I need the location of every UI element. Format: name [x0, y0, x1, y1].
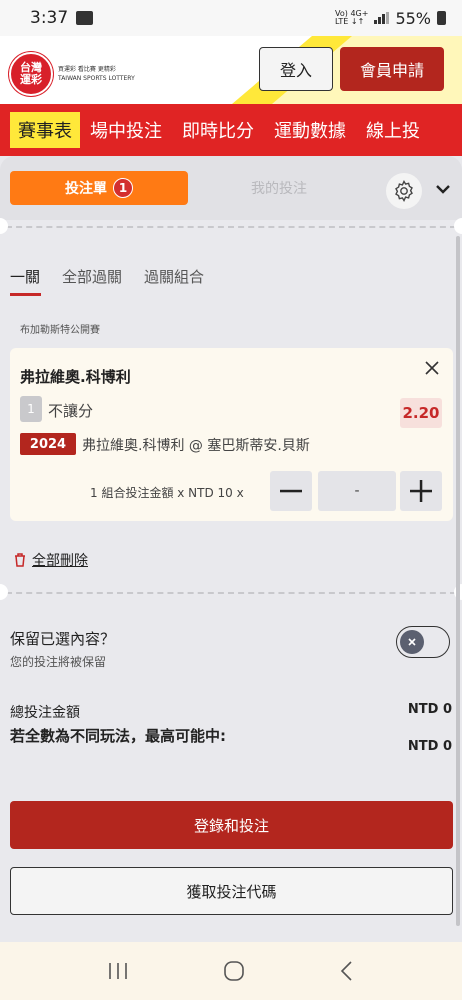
max-payout-label: 若全數為不同玩法，最高可能中: [10, 727, 227, 745]
divider [6, 592, 456, 594]
get-bet-code-button[interactable]: 獲取投注代碼 [10, 867, 453, 915]
chevron-down-icon[interactable] [432, 178, 454, 200]
delete-all-button[interactable]: 全部刪除 [14, 550, 88, 570]
nav-item-sports-data[interactable]: 運動數據 [264, 112, 356, 148]
divider [6, 226, 456, 228]
logo-text: 買運彩 看比賽 更精彩 TAIWAN SPORTS LOTTERY [58, 65, 135, 83]
selection-number: 1 [20, 396, 42, 422]
login-and-bet-button[interactable]: 登錄和投注 [10, 801, 453, 849]
toggle-off-icon [400, 630, 424, 654]
system-nav-bar [0, 942, 462, 1000]
tab-betslip[interactable]: 投注單 1 [10, 171, 188, 205]
scrollbar[interactable] [456, 236, 460, 926]
main-nav: 賽事表 場中投注 即時比分 運動數據 線上投 [0, 104, 462, 156]
keep-selection-subtitle: 您的投注將被保留 [10, 655, 107, 669]
status-right: Vo) 4G+ LTE ↓↑ 55% [335, 9, 446, 28]
status-bar: 3:37 Vo) 4G+ LTE ↓↑ 55% [0, 0, 462, 36]
selection-title: 弗拉維奧.科博利 [20, 368, 131, 386]
logo-badge: 台灣 運彩 [9, 52, 53, 96]
selection-card: 弗拉維奧.科博利 1 不讓分 2.20 2024 弗拉維奧.科博利 @ 塞巴斯蒂… [10, 348, 453, 521]
nav-item-live-scores[interactable]: 即時比分 [172, 112, 264, 148]
stake-label: 1 組合投注金額 x NTD 10 x [90, 486, 244, 500]
keep-selection-title: 保留已選內容？ [10, 630, 116, 648]
network-indicator: Vo) 4G+ LTE ↓↑ [335, 10, 368, 26]
league-name: 布加勒斯特公開賽 [20, 325, 100, 336]
logo-tagline: 買運彩 看比賽 更精彩 [58, 66, 116, 73]
tab-single[interactable]: 一關 [10, 266, 42, 296]
ticket-notch-right [454, 218, 462, 234]
login-button[interactable]: 登入 [259, 47, 333, 91]
decrease-stake-button[interactable] [270, 471, 312, 511]
status-time: 3:37 [30, 8, 69, 28]
nav-item-schedule[interactable]: 賽事表 [10, 112, 80, 148]
increase-stake-button[interactable] [400, 471, 442, 511]
gear-icon[interactable] [386, 173, 422, 209]
nav-item-online[interactable]: 線上投 [356, 112, 430, 148]
recent-apps-icon[interactable] [107, 961, 129, 981]
betslip-count-badge: 1 [113, 178, 133, 198]
site-header: 台灣 運彩 買運彩 看比賽 更精彩 TAIWAN SPORTS LOTTERY 登… [0, 36, 462, 104]
battery-percent: 55% [395, 8, 431, 28]
delete-all-label: 全部刪除 [32, 553, 88, 569]
event-code: 2024 [20, 433, 76, 455]
tab-parlay-combo[interactable]: 過關組合 [144, 266, 204, 287]
battery-icon [437, 11, 446, 25]
image-notification-icon [76, 11, 94, 25]
betslip-panel: 投注單 1 我的投注 一關 全部過關 過關組合 布加勒斯特公開賽 弗拉維奧.科博… [0, 156, 462, 942]
ticket-notch-left [0, 584, 8, 600]
ticket-notch-left [0, 218, 8, 234]
logo-english: TAIWAN SPORTS LOTTERY [58, 75, 135, 82]
odds-value: 2.20 [400, 398, 442, 428]
keep-selection-toggle[interactable] [396, 626, 450, 658]
close-icon[interactable] [422, 358, 442, 378]
market-name: 不讓分 [48, 402, 94, 420]
tab-all-parlay[interactable]: 全部過關 [62, 266, 122, 287]
plus-icon [410, 480, 432, 502]
bet-type-tabs: 一關 全部過關 過關組合 [10, 266, 204, 296]
trash-icon [15, 553, 25, 567]
tab-my-bets[interactable]: 我的投注 [214, 171, 344, 205]
stake-input[interactable] [318, 471, 396, 511]
minus-icon [280, 489, 302, 493]
network-lte: LTE ↓↑ [335, 17, 365, 26]
home-icon[interactable] [223, 960, 245, 982]
signal-icon [374, 12, 390, 24]
total-stake-value: NTD 0 [407, 702, 452, 717]
tab-betslip-label: 投注單 [65, 181, 107, 197]
total-stake-label: 總投注金額 [10, 705, 80, 721]
matchup: 弗拉維奧.科博利 @ 塞巴斯蒂安.貝斯 [82, 438, 310, 454]
back-icon[interactable] [339, 960, 355, 982]
nav-item-live-betting[interactable]: 場中投注 [80, 112, 172, 148]
max-payout-value: NTD 0 [407, 739, 452, 754]
register-button[interactable]: 會員申請 [340, 47, 444, 91]
logo[interactable]: 台灣 運彩 買運彩 看比賽 更精彩 TAIWAN SPORTS LOTTERY [9, 52, 135, 96]
